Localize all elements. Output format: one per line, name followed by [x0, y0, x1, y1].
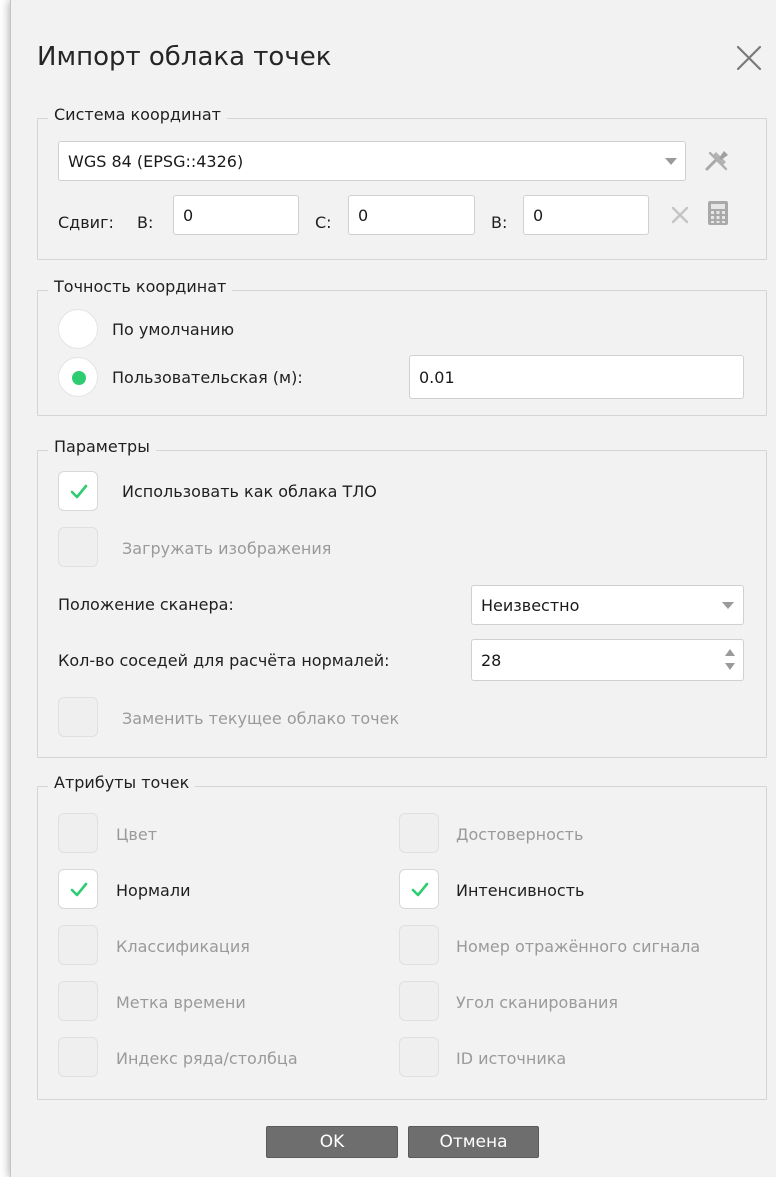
radio-custom[interactable]	[58, 357, 98, 397]
group-legend: Атрибуты точек	[48, 773, 196, 792]
radio-selected-dot	[72, 371, 86, 385]
import-point-cloud-dialog: Импорт облака точек Система координат WG…	[10, 0, 776, 1177]
attr-scan-angle-checkbox[interactable]	[399, 981, 439, 1021]
attr-source-id-checkbox[interactable]	[399, 1037, 439, 1077]
precision-group: Точность координат По умолчанию Пользова…	[37, 277, 767, 416]
ok-button[interactable]: OK	[266, 1126, 398, 1158]
scanner-position-label: Положение сканера:	[58, 595, 234, 614]
dialog-title: Импорт облака точек	[37, 42, 332, 72]
attr-color-checkbox[interactable]	[58, 813, 98, 853]
parameters-group: Параметры Использовать как облака ТЛО За…	[37, 437, 767, 758]
attr-color-label: Цвет	[116, 825, 158, 844]
attr-return-number-checkbox[interactable]	[399, 925, 439, 965]
chevron-down-icon	[722, 602, 734, 609]
attr-intensity-label: Интенсивность	[456, 881, 585, 900]
use-as-tlo-checkbox[interactable]	[58, 471, 98, 511]
radio-default[interactable]	[58, 309, 98, 349]
attr-confidence-checkbox[interactable]	[399, 813, 439, 853]
shift-b-label: В:	[137, 213, 154, 232]
radio-default-label: По умолчанию	[112, 320, 235, 339]
attr-row-col-index-checkbox[interactable]	[58, 1037, 98, 1077]
scanner-position-value: Неизвестно	[481, 595, 580, 615]
cancel-button[interactable]: Отмена	[408, 1126, 539, 1158]
shift-c-value: 0	[358, 205, 369, 225]
shift-b-input[interactable]: 0	[173, 195, 299, 235]
use-as-tlo-label: Использовать как облака ТЛО	[122, 482, 377, 501]
shift-v-input[interactable]: 0	[523, 195, 649, 235]
attr-scan-angle-label: Угол сканирования	[456, 993, 619, 1012]
replace-cloud-checkbox[interactable]	[58, 697, 98, 737]
calculator-icon[interactable]	[707, 200, 729, 226]
shift-c-input[interactable]: 0	[348, 195, 475, 235]
attr-source-id-label: ID источника	[456, 1049, 567, 1068]
close-icon[interactable]	[735, 44, 763, 72]
replace-cloud-label: Заменить текущее облако точек	[122, 709, 400, 728]
point-attributes-group: Атрибуты точек Цвет Нормали Классификаци…	[37, 773, 767, 1100]
shift-b-value: 0	[183, 205, 194, 225]
spin-down-icon[interactable]	[725, 663, 735, 670]
attr-normals-label: Нормали	[116, 881, 191, 900]
attr-timestamp-label: Метка времени	[116, 993, 246, 1012]
group-legend: Система координат	[48, 105, 227, 124]
attr-normals-checkbox[interactable]	[58, 869, 98, 909]
clear-icon[interactable]	[670, 205, 690, 225]
attr-row-col-index-label: Индекс ряда/столбца	[116, 1049, 298, 1068]
neighbors-label: Кол-во соседей для расчёта нормалей:	[58, 651, 390, 670]
attr-classification-label: Классификация	[116, 937, 250, 956]
attr-classification-checkbox[interactable]	[58, 925, 98, 965]
scanner-position-select[interactable]: Неизвестно	[471, 585, 744, 625]
group-legend: Точность координат	[48, 277, 233, 296]
chevron-down-icon	[665, 158, 677, 165]
attr-timestamp-checkbox[interactable]	[58, 981, 98, 1021]
attr-intensity-checkbox[interactable]	[399, 869, 439, 909]
attr-confidence-label: Достоверность	[456, 825, 584, 844]
crs-select[interactable]: WGS 84 (EPSG::4326)	[58, 141, 686, 181]
neighbors-spinbox[interactable]: 28	[471, 639, 744, 681]
load-images-label: Загружать изображения	[122, 539, 332, 558]
neighbors-value: 28	[481, 650, 502, 670]
radio-custom-label: Пользовательская (м):	[112, 368, 303, 387]
crs-select-value: WGS 84 (EPSG::4326)	[68, 151, 244, 171]
custom-precision-input[interactable]: 0.01	[409, 355, 744, 399]
shift-v-value: 0	[533, 205, 544, 225]
shift-c-label: С:	[315, 213, 332, 232]
custom-precision-value: 0.01	[419, 367, 455, 387]
load-images-checkbox[interactable]	[58, 527, 98, 567]
spin-up-icon[interactable]	[725, 649, 735, 656]
tools-icon[interactable]	[702, 147, 732, 175]
shift-v-label: В:	[491, 213, 508, 232]
group-legend: Параметры	[48, 437, 156, 456]
attr-return-number-label: Номер отражённого сигнала	[456, 937, 701, 956]
coordinate-system-group: Система координат WGS 84 (EPSG::4326) Сд…	[37, 105, 767, 260]
shift-label: Сдвиг:	[58, 213, 114, 232]
